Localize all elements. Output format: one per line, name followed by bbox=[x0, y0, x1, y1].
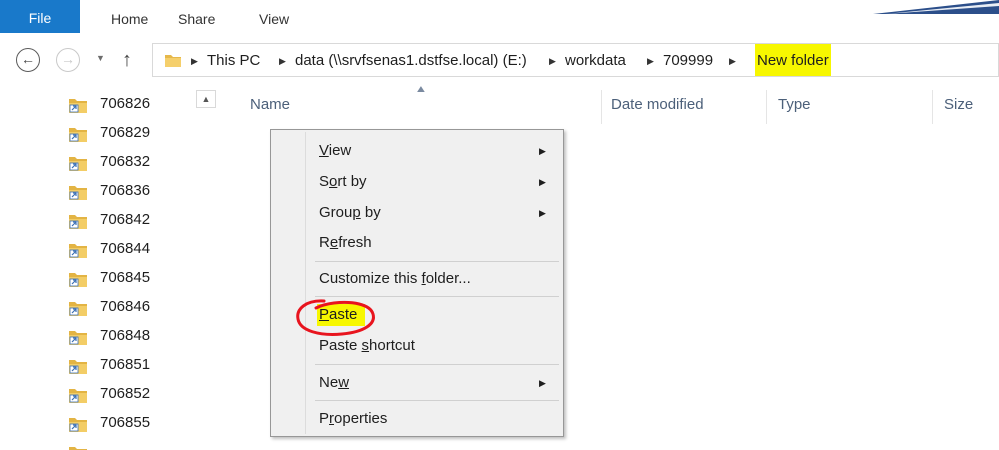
tree-item[interactable]: 706846 bbox=[68, 293, 208, 321]
column-divider[interactable] bbox=[766, 90, 767, 124]
tab-share[interactable]: Share bbox=[178, 0, 215, 36]
menu-item-view[interactable]: View ▶ bbox=[273, 136, 561, 166]
context-menu: View ▶ Sort by ▶ Group by ▶ Refresh Cust… bbox=[270, 129, 564, 437]
folder-shortcut-icon bbox=[69, 331, 87, 345]
column-header-name[interactable]: Name bbox=[250, 90, 290, 124]
scroll-up-icon[interactable]: ▲ bbox=[196, 90, 216, 108]
folder-shortcut-icon bbox=[69, 360, 87, 374]
menu-item-properties[interactable]: Properties bbox=[273, 404, 561, 434]
menu-item-label: View bbox=[319, 142, 352, 159]
menu-separator bbox=[315, 400, 559, 401]
column-divider[interactable] bbox=[932, 90, 933, 124]
menu-item-label: Refresh bbox=[319, 234, 372, 251]
tree-item-label: 706842 bbox=[100, 211, 151, 228]
tree-item[interactable]: 706842 bbox=[68, 206, 208, 234]
folder-shortcut-icon bbox=[69, 128, 87, 142]
column-header-type[interactable]: Type bbox=[778, 90, 811, 124]
tree-scrollbar[interactable]: ▲ bbox=[196, 86, 216, 450]
tree-item[interactable]: 706832 bbox=[68, 148, 208, 176]
submenu-arrow-icon: ▶ bbox=[539, 208, 546, 218]
breadcrumb-workdata[interactable]: workdata bbox=[565, 44, 626, 76]
breadcrumb-separator-icon[interactable]: ▶ bbox=[549, 44, 556, 76]
folder-shortcut-icon bbox=[69, 302, 87, 316]
tree-item-label: 706848 bbox=[100, 327, 151, 344]
up-arrow-icon[interactable]: ↑ bbox=[122, 48, 132, 72]
menu-item-new[interactable]: New ▶ bbox=[273, 368, 561, 398]
menu-item-label: New bbox=[319, 374, 350, 391]
tree-item-label: 706852 bbox=[100, 385, 151, 402]
tree-item[interactable]: 706826 bbox=[68, 90, 208, 118]
folder-icon bbox=[165, 55, 181, 67]
menu-item-sort-by[interactable]: Sort by ▶ bbox=[273, 167, 561, 197]
navigation-bar: ← → ▼ ↑ ▶ This PC ▶ data (\\srvfsenas1.d… bbox=[0, 40, 999, 82]
column-header-size[interactable]: Size bbox=[944, 90, 973, 124]
tree-item[interactable]: 706829 bbox=[68, 119, 208, 147]
breadcrumb-this-pc[interactable]: This PC bbox=[207, 44, 260, 76]
tree-item-label: 706855 bbox=[100, 414, 151, 431]
ribbon: File Home Share View bbox=[0, 0, 999, 36]
menu-item-label: Customize this folder... bbox=[319, 270, 471, 287]
breadcrumb-separator-icon[interactable]: ▶ bbox=[647, 44, 654, 76]
tree-item[interactable]: 706844 bbox=[68, 235, 208, 263]
tree-item[interactable]: 706851 bbox=[68, 351, 208, 379]
breadcrumb-new-folder[interactable]: New folder bbox=[755, 44, 831, 76]
tab-view[interactable]: View bbox=[259, 0, 289, 36]
folder-shortcut-icon bbox=[69, 157, 87, 171]
tree-item-label: 706836 bbox=[100, 182, 151, 199]
tree-item[interactable]: 706852 bbox=[68, 380, 208, 408]
tree-item[interactable]: 706836 bbox=[68, 177, 208, 205]
folder-shortcut-icon bbox=[69, 244, 87, 258]
red-circle-annotation bbox=[296, 299, 375, 336]
address-bar[interactable]: ▶ This PC ▶ data (\\srvfsenas1.dstfse.lo… bbox=[152, 43, 999, 77]
tree-item-label: 706832 bbox=[100, 153, 151, 170]
navigation-tree: 706826 706829 706832 706836 706842 70684… bbox=[0, 86, 222, 450]
menu-separator bbox=[315, 364, 559, 365]
menu-item-label: Sort by bbox=[319, 173, 367, 190]
column-header-date-modified[interactable]: Date modified bbox=[611, 90, 704, 124]
breadcrumb-separator-icon[interactable]: ▶ bbox=[729, 44, 736, 76]
tree-item-label: 706845 bbox=[100, 269, 151, 286]
tree-item-label: 706826 bbox=[100, 95, 151, 112]
menu-item-label: Properties bbox=[319, 410, 388, 427]
ribbon-accent-graphic bbox=[873, 0, 999, 14]
folder-shortcut-icon bbox=[69, 273, 87, 287]
sort-ascending-icon: ▲ bbox=[414, 84, 428, 95]
breadcrumb-drive[interactable]: data (\\srvfsenas1.dstfse.local) (E:) bbox=[295, 44, 527, 76]
submenu-arrow-icon: ▶ bbox=[539, 378, 546, 388]
tree-item-label: 706844 bbox=[100, 240, 151, 257]
back-arrow-icon[interactable]: ← bbox=[16, 48, 40, 72]
menu-item-refresh[interactable]: Refresh bbox=[273, 228, 561, 258]
folder-shortcut-icon bbox=[69, 447, 87, 450]
menu-item-group-by[interactable]: Group by ▶ bbox=[273, 198, 561, 228]
chevron-down-icon[interactable]: ▼ bbox=[96, 53, 105, 63]
tree-item[interactable]: 706855 bbox=[68, 409, 208, 437]
tree-item-label: 706829 bbox=[100, 124, 151, 141]
menu-separator bbox=[315, 261, 559, 262]
submenu-arrow-icon: ▶ bbox=[539, 146, 546, 156]
tree-item[interactable]: 706845 bbox=[68, 264, 208, 292]
folder-shortcut-icon bbox=[69, 186, 87, 200]
tree-item-label: 706851 bbox=[100, 356, 151, 373]
tab-file[interactable]: File bbox=[0, 0, 80, 33]
column-divider[interactable] bbox=[601, 90, 602, 124]
folder-shortcut-icon bbox=[69, 215, 87, 229]
breadcrumb-separator-icon[interactable]: ▶ bbox=[279, 44, 286, 76]
breadcrumb-709999[interactable]: 709999 bbox=[663, 44, 713, 76]
submenu-arrow-icon: ▶ bbox=[539, 177, 546, 187]
tree-item-label: 706846 bbox=[100, 298, 151, 315]
tree-item-partial[interactable] bbox=[68, 438, 208, 450]
menu-item-customize-folder[interactable]: Customize this folder... bbox=[273, 264, 561, 294]
menu-item-label: Group by bbox=[319, 204, 381, 221]
forward-arrow-icon[interactable]: → bbox=[56, 48, 80, 72]
folder-shortcut-icon bbox=[69, 418, 87, 432]
tree-item[interactable]: 706848 bbox=[68, 322, 208, 350]
tab-home[interactable]: Home bbox=[111, 0, 148, 36]
breadcrumb-separator-icon[interactable]: ▶ bbox=[191, 44, 198, 76]
folder-shortcut-icon bbox=[69, 99, 87, 113]
folder-shortcut-icon bbox=[69, 389, 87, 403]
